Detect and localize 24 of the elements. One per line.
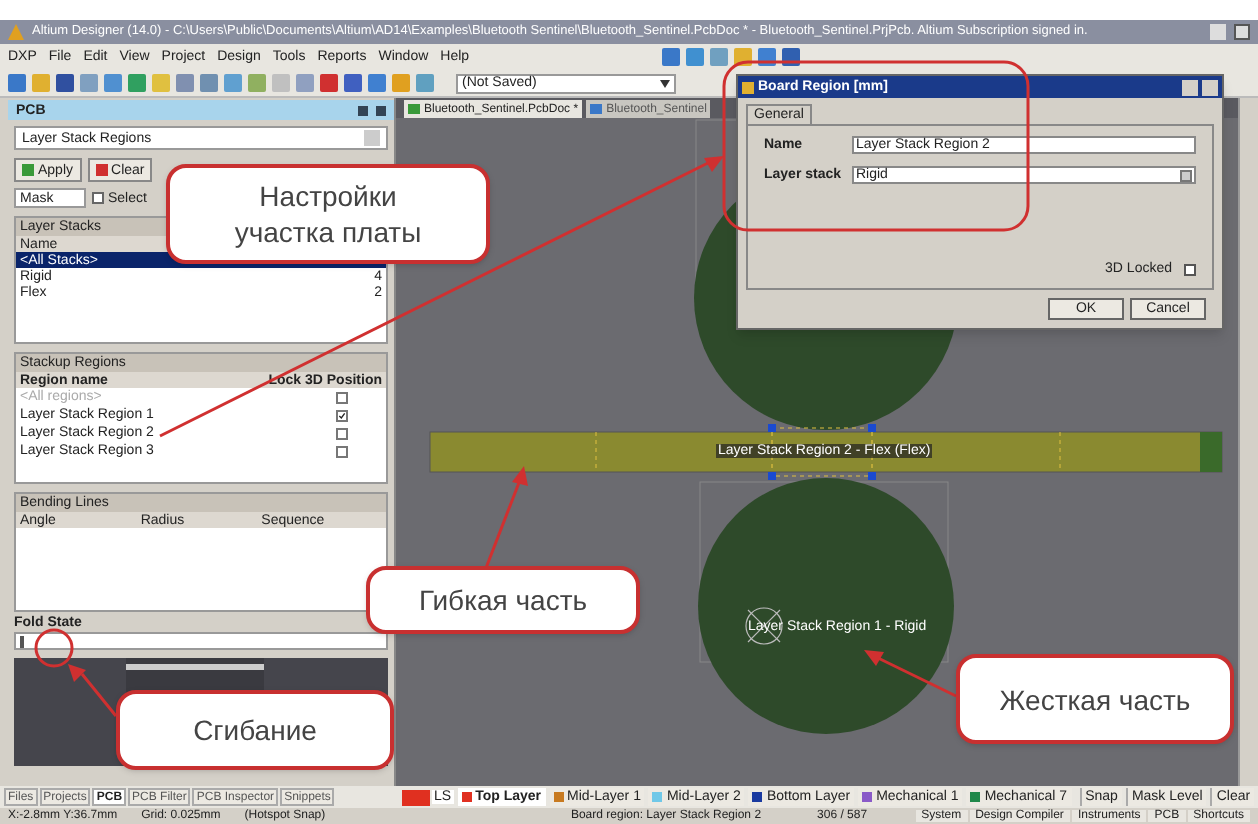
fold-state-slider[interactable]: [14, 632, 388, 650]
document-icon: [590, 104, 603, 114]
caret-icon: [364, 130, 380, 146]
checkbox[interactable]: [336, 445, 348, 457]
checkbox[interactable]: [1184, 263, 1196, 275]
callout-tooltip: Гибкая часть: [366, 566, 640, 634]
current-layer-swatch: [402, 789, 430, 805]
callout-tooltip: Сгибание: [116, 690, 394, 770]
caret-icon: [660, 79, 670, 87]
leader-line: [68, 664, 118, 717]
dialog-icon: [742, 81, 754, 93]
highlight-circle: [34, 628, 74, 668]
checkbox[interactable]: [336, 409, 348, 421]
callout-tooltip: Жесткая часть: [956, 654, 1234, 744]
document-icon: [408, 104, 420, 114]
leader-line: [484, 466, 528, 569]
maximize-button[interactable]: [1234, 24, 1250, 40]
minimize-button[interactable]: [1210, 24, 1226, 40]
app-logo-icon: [8, 24, 24, 40]
callout-tooltip: Настройки участка платы: [166, 164, 490, 264]
checkbox[interactable]: [336, 391, 348, 403]
leader-line: [864, 650, 957, 698]
caret-icon: [1180, 169, 1192, 181]
checkbox[interactable]: [336, 427, 348, 439]
